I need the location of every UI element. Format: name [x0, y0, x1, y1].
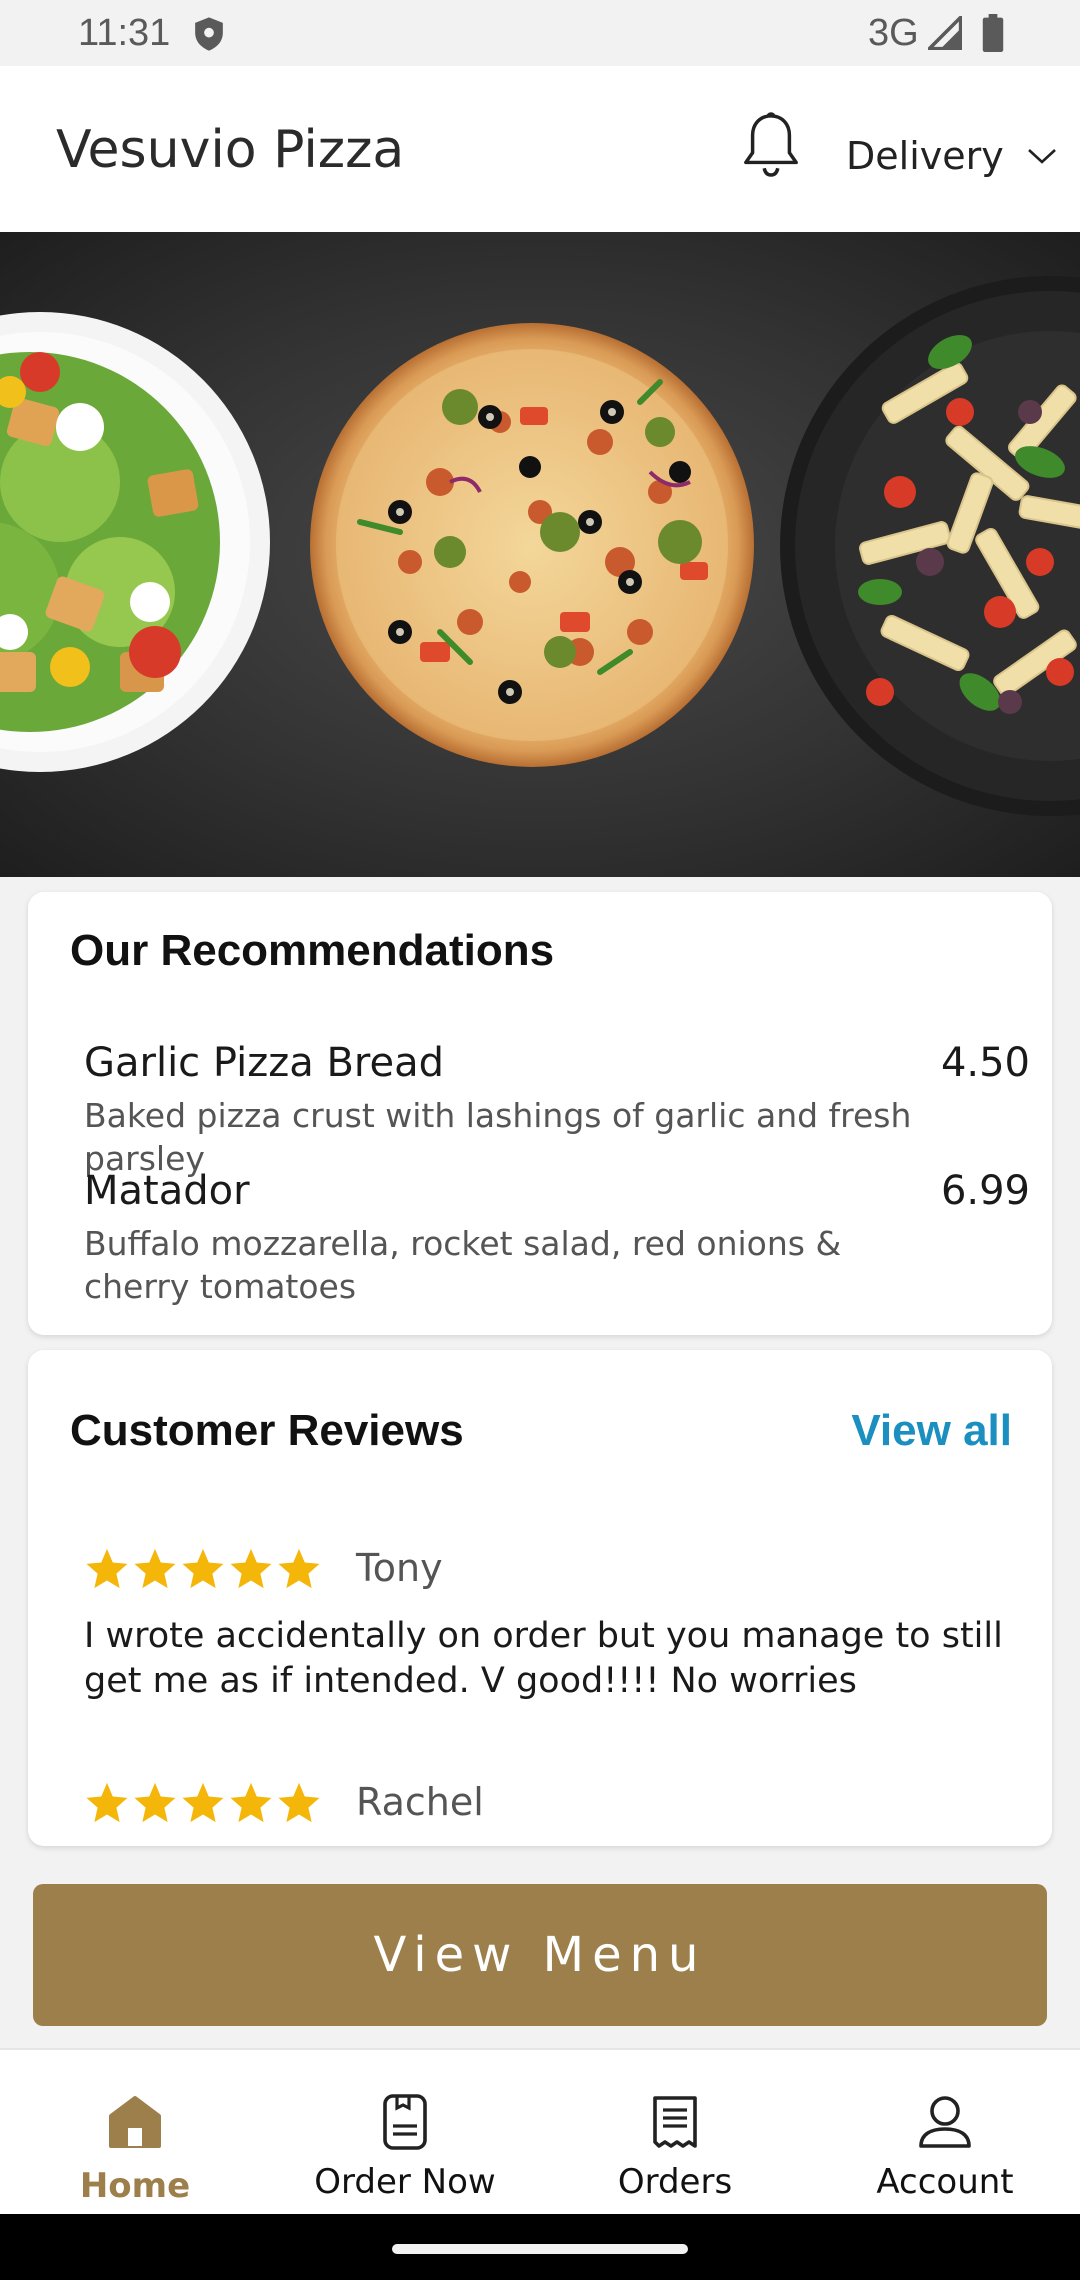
- order-icon: [383, 2094, 427, 2150]
- star-icon: [134, 1782, 176, 1823]
- customer-reviews-card: Customer Reviews View all Tony I wrote a…: [28, 1350, 1052, 1846]
- battery-icon: [982, 14, 1004, 52]
- star-icon: [86, 1782, 128, 1823]
- nav-item-orders[interactable]: Orders: [540, 2050, 810, 2214]
- item-description: Buffalo mozzarella, rocket salad, red on…: [84, 1224, 842, 1306]
- star-icon: [278, 1548, 320, 1589]
- nav-item-order-now[interactable]: Order Now: [270, 2050, 540, 2214]
- recommendation-item[interactable]: Matador 6.99 Buffalo mozzarella, rocket …: [84, 1168, 1030, 1308]
- item-name: Garlic Pizza Bread: [84, 1040, 444, 1086]
- system-navigation-bar: [0, 2214, 1080, 2280]
- hero-food-image: [0, 232, 1080, 877]
- salad-plate: [0, 312, 270, 772]
- notification-bell-icon[interactable]: [740, 110, 802, 180]
- item-price: 4.50: [940, 1040, 1030, 1086]
- nav-label-orders: Orders: [617, 2162, 733, 2202]
- view-menu-button[interactable]: View Menu: [33, 1884, 1047, 2026]
- person-icon: [919, 2096, 971, 2148]
- restaurant-title: Vesuvio Pizza: [56, 120, 405, 180]
- delivery-mode-dropdown[interactable]: Delivery: [846, 126, 1058, 186]
- shield-icon: [195, 17, 223, 51]
- item-price: 6.99: [940, 1168, 1030, 1214]
- nav-label-account: Account: [876, 2162, 1014, 2202]
- signal-icon: [928, 16, 962, 50]
- star-icon: [230, 1782, 272, 1823]
- star-icon: [134, 1548, 176, 1589]
- star-rating: [84, 1780, 322, 1826]
- reviewer-name: Tony: [356, 1546, 443, 1590]
- app-screen: 11:31 3G Vesuvio Pizza Delivery Our Reco…: [0, 0, 1080, 2280]
- delivery-mode-label: Delivery: [846, 134, 1004, 178]
- star-icon: [230, 1548, 272, 1589]
- review-item: Rachel: [84, 1780, 1014, 1840]
- view-all-link[interactable]: View all: [851, 1406, 1012, 1456]
- nav-item-home[interactable]: Home: [0, 2050, 270, 2214]
- star-icon: [182, 1782, 224, 1823]
- recommendation-item[interactable]: Garlic Pizza Bread 4.50 Baked pizza crus…: [84, 1040, 1030, 1178]
- star-rating: [84, 1546, 322, 1592]
- star-icon: [182, 1548, 224, 1589]
- home-icon: [109, 2096, 161, 2148]
- pasta-bowl: [780, 276, 1080, 816]
- food-illustration: [0, 276, 1080, 816]
- review-text: I wrote accidentally on order but you ma…: [84, 1616, 1003, 1701]
- item-name: Matador: [84, 1168, 250, 1214]
- star-icon: [278, 1782, 320, 1823]
- status-time: 11:31: [78, 12, 171, 54]
- review-item: Tony I wrote accidentally on order but y…: [84, 1546, 1014, 1726]
- recommendations-card: Our Recommendations Garlic Pizza Bread 4…: [28, 892, 1052, 1335]
- nav-label-home: Home: [79, 2166, 191, 2206]
- network-type: 3G: [868, 12, 919, 54]
- recommendations-title: Our Recommendations: [70, 926, 555, 975]
- pizza: [310, 323, 754, 767]
- receipt-icon: [653, 2096, 697, 2148]
- chevron-down-icon: [1027, 149, 1056, 164]
- star-icon: [86, 1548, 128, 1589]
- app-header: Vesuvio Pizza Delivery: [0, 66, 1080, 232]
- gesture-home-handle[interactable]: [392, 2244, 688, 2254]
- nav-item-account[interactable]: Account: [810, 2050, 1080, 2214]
- reviewer-name: Rachel: [356, 1780, 484, 1824]
- reviews-title: Customer Reviews: [70, 1406, 464, 1455]
- status-bar: 11:31 3G: [0, 0, 1080, 66]
- bottom-navigation: Home Order Now Orders Account: [0, 2048, 1080, 2214]
- nav-label-order-now: Order Now: [314, 2162, 496, 2202]
